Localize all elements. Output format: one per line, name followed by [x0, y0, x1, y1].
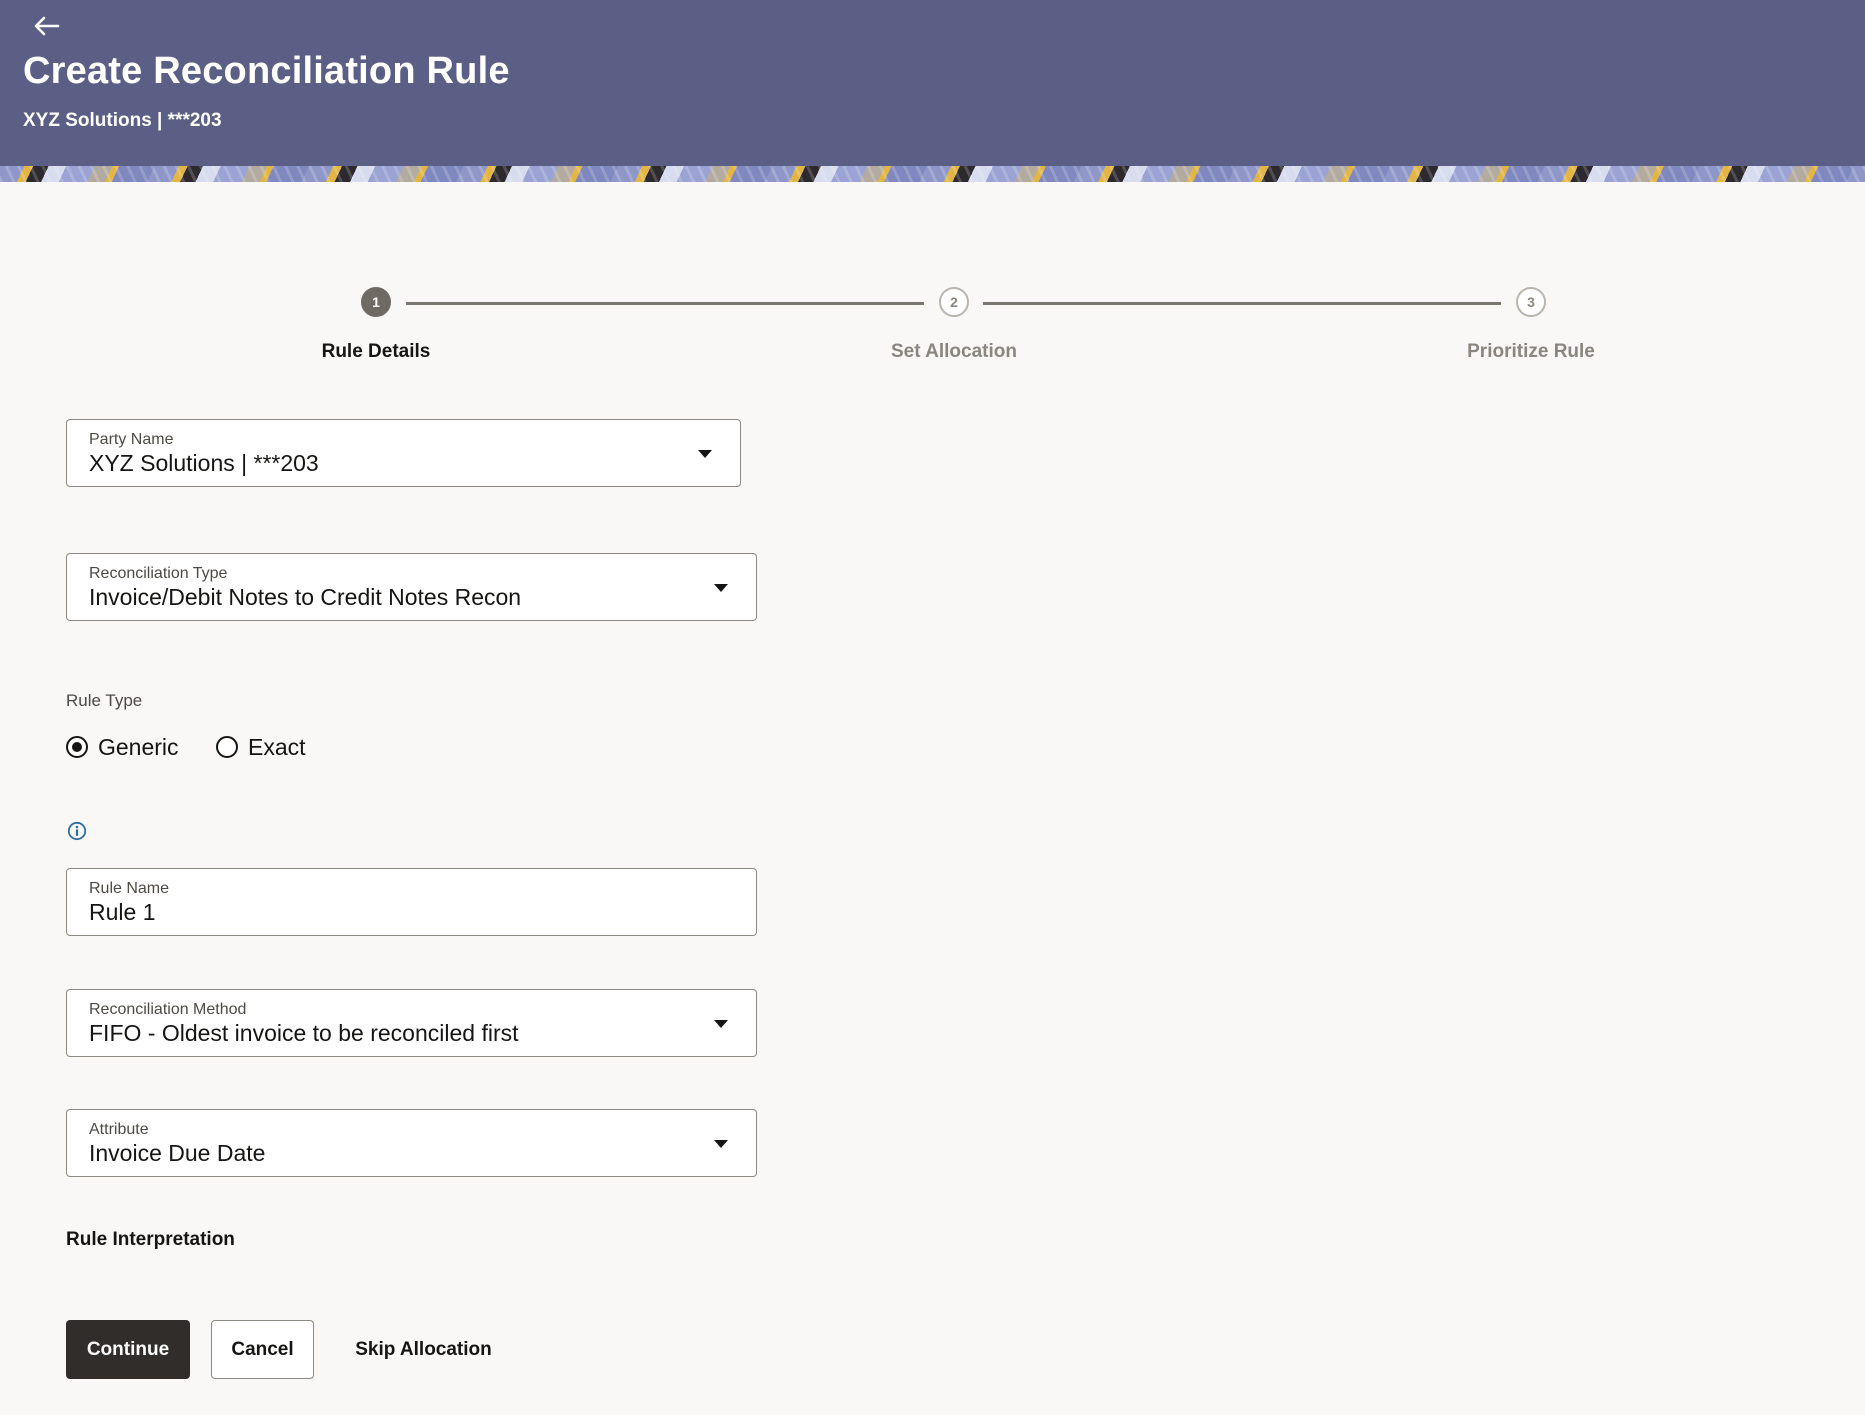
chevron-down-icon[interactable]: [714, 584, 728, 592]
step-1-label: Rule Details: [321, 341, 431, 362]
attribute-select[interactable]: Attribute Invoice Due Date: [66, 1109, 757, 1177]
rule-interpretation-heading: Rule Interpretation: [66, 1229, 235, 1250]
header-pattern-texture: [0, 166, 1865, 182]
rule-type-generic-label: Generic: [98, 733, 179, 760]
rule-type-exact-radio[interactable]: Exact: [216, 732, 306, 762]
reconciliation-type-select[interactable]: Reconciliation Type Invoice/Debit Notes …: [66, 553, 757, 621]
radio-checked-icon[interactable]: [66, 736, 88, 758]
step-3-indicator: 3: [1516, 287, 1546, 317]
step-3-label: Prioritize Rule: [1467, 341, 1595, 362]
rule-name-input[interactable]: Rule Name Rule 1: [66, 868, 757, 936]
rule-type-label: Rule Type: [66, 691, 143, 710]
continue-button[interactable]: Continue: [66, 1320, 190, 1379]
cancel-button[interactable]: Cancel: [211, 1320, 314, 1379]
rule-name-value[interactable]: Rule 1: [89, 899, 155, 926]
step-2-label: Set Allocation: [891, 341, 1017, 362]
party-name-select[interactable]: Party Name XYZ Solutions | ***203: [66, 419, 741, 487]
step-1-indicator: 1: [361, 287, 391, 317]
step-2-indicator: 2: [939, 287, 969, 317]
skip-allocation-button[interactable]: Skip Allocation: [346, 1320, 501, 1379]
attribute-value: Invoice Due Date: [89, 1140, 266, 1166]
party-name-label: Party Name: [89, 431, 174, 448]
reconciliation-type-value: Invoice/Debit Notes to Credit Notes Reco…: [89, 584, 522, 610]
rule-type-exact-label: Exact: [248, 733, 306, 760]
reconciliation-method-select[interactable]: Reconciliation Method FIFO - Oldest invo…: [66, 989, 757, 1057]
rule-type-generic-radio[interactable]: Generic: [66, 732, 179, 762]
chevron-down-icon[interactable]: [714, 1020, 728, 1028]
reconciliation-method-label: Reconciliation Method: [89, 1001, 247, 1018]
reconciliation-method-value: FIFO - Oldest invoice to be reconciled f…: [89, 1020, 519, 1046]
step-connector-1: [406, 302, 924, 305]
back-arrow-icon[interactable]: [30, 12, 62, 40]
page-header: Create Reconciliation Rule XYZ Solutions…: [0, 0, 1865, 182]
party-name-value: XYZ Solutions | ***203: [89, 450, 319, 476]
rule-name-label: Rule Name: [89, 880, 170, 897]
chevron-down-icon[interactable]: [714, 1140, 728, 1148]
page-subtitle: XYZ Solutions | ***203: [23, 110, 222, 131]
info-icon[interactable]: [67, 821, 87, 841]
progress-stepper: 1 2 3 Rule Details Set Allocation Priori…: [0, 285, 1865, 365]
radio-unchecked-icon[interactable]: [216, 736, 238, 758]
chevron-down-icon[interactable]: [698, 450, 712, 458]
attribute-label: Attribute: [89, 1121, 149, 1138]
step-connector-2: [983, 302, 1501, 305]
reconciliation-type-label: Reconciliation Type: [89, 565, 228, 582]
page-title: Create Reconciliation Rule: [23, 50, 510, 92]
